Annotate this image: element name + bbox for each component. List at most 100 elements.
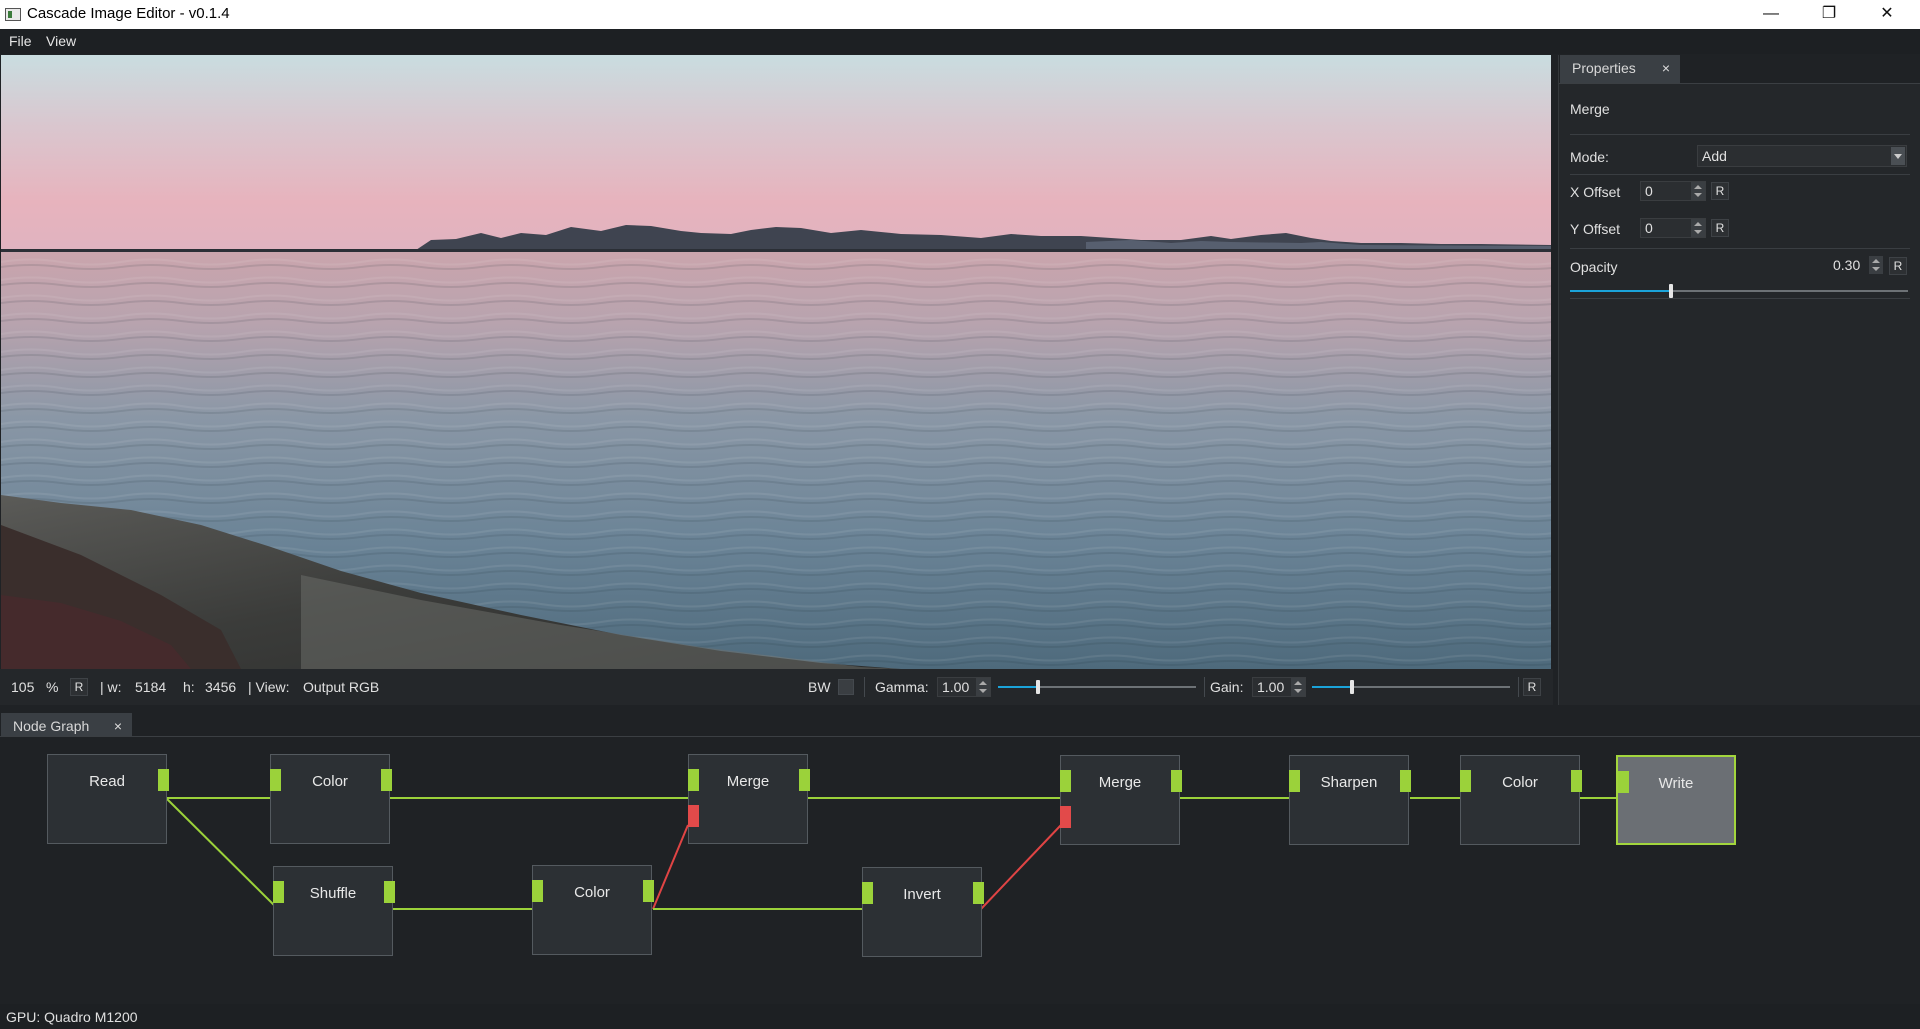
y-offset-value: 0: [1645, 220, 1653, 236]
node-shuffle[interactable]: Shuffle: [273, 866, 395, 956]
opacity-value: 0.30: [1833, 257, 1861, 273]
opacity-stepper-icon[interactable]: [1869, 256, 1883, 274]
tab-properties[interactable]: Properties ×: [1560, 55, 1680, 83]
output-port[interactable]: [1571, 770, 1582, 792]
output-port[interactable]: [384, 881, 395, 903]
input-port[interactable]: [1289, 770, 1300, 792]
output-port[interactable]: [158, 769, 169, 791]
opacity-slider-handle[interactable]: [1669, 284, 1673, 298]
divider: [1570, 248, 1910, 249]
menu-bar: File View: [0, 29, 1920, 54]
title-bar: Cascade Image Editor - v0.1.4 — ❐ ✕: [0, 0, 1920, 29]
gain-spinbox[interactable]: 1.00: [1252, 677, 1306, 697]
node-label: Invert: [903, 886, 941, 903]
input-port[interactable]: [270, 769, 281, 791]
node-name: Merge: [1570, 101, 1610, 117]
tab-properties-label: Properties: [1572, 60, 1636, 76]
input-port[interactable]: [1618, 771, 1629, 793]
height-label: h:: [183, 679, 195, 695]
mode-label: Mode:: [1570, 149, 1609, 165]
zoom-reset-button[interactable]: R: [70, 678, 88, 696]
input-port[interactable]: [1460, 770, 1471, 792]
zoom-value[interactable]: 105: [11, 679, 34, 695]
x-offset-spinbox[interactable]: 0: [1640, 181, 1706, 201]
node-invert[interactable]: Invert: [862, 867, 984, 957]
gamma-stepper-icon[interactable]: [976, 678, 990, 696]
input-port[interactable]: [1060, 770, 1071, 792]
node-label: Write: [1658, 775, 1694, 792]
node-label: Color: [574, 884, 610, 901]
input-port[interactable]: [273, 881, 284, 903]
opacity-spinbox[interactable]: 0.30: [1829, 256, 1883, 276]
gain-value: 1.00: [1257, 679, 1285, 695]
node-label: Merge: [1098, 774, 1142, 791]
y-offset-spinbox[interactable]: 0: [1640, 218, 1706, 238]
toolbar-divider: [1518, 677, 1519, 697]
output-port[interactable]: [1171, 770, 1182, 792]
mode-select[interactable]: Add: [1697, 145, 1907, 167]
node-graph-canvas[interactable]: Read Color Merge Merge Sharpen Color Wri…: [0, 736, 1920, 1003]
maximize-button[interactable]: ❐: [1800, 0, 1858, 29]
opacity-reset-button[interactable]: R: [1889, 257, 1907, 275]
node-sharpen[interactable]: Sharpen: [1289, 755, 1411, 845]
gamma-slider-fill: [998, 686, 1038, 688]
input-port[interactable]: [688, 769, 699, 791]
properties-body: Merge Mode: Add X Offset 0 R Y Offset 0 …: [1559, 83, 1920, 705]
view-value[interactable]: Output RGB: [303, 679, 379, 695]
output-port[interactable]: [381, 769, 392, 791]
chevron-down-icon[interactable]: [1891, 147, 1905, 165]
output-port[interactable]: [1400, 770, 1411, 792]
x-offset-label: X Offset: [1570, 184, 1621, 200]
node-write[interactable]: Write: [1616, 755, 1736, 845]
node-color[interactable]: Color: [532, 865, 654, 955]
output-port[interactable]: [799, 769, 810, 791]
mask-input-port[interactable]: [688, 805, 699, 827]
node-graph-panel: Node Graph × Read Color Merge Merge Shar…: [0, 707, 1920, 1003]
width-value: 5184: [135, 679, 167, 695]
gpu-status: GPU: Quadro M1200: [6, 1009, 138, 1025]
minimize-button[interactable]: —: [1742, 0, 1800, 29]
gain-stepper-icon[interactable]: [1291, 678, 1305, 696]
properties-panel: Properties × Merge Mode: Add X Offset 0 …: [1558, 55, 1920, 705]
node-label: Shuffle: [309, 885, 357, 902]
input-port[interactable]: [532, 880, 543, 902]
tab-node-graph-label: Node Graph: [13, 718, 90, 734]
menu-view[interactable]: View: [46, 33, 76, 49]
y-offset-label: Y Offset: [1570, 221, 1621, 237]
bw-checkbox[interactable]: [838, 679, 854, 695]
bw-label: BW: [808, 679, 831, 695]
mask-input-port[interactable]: [1060, 806, 1071, 828]
wire: [165, 797, 279, 910]
mode-value: Add: [1702, 148, 1727, 164]
wire: [980, 824, 1062, 910]
toolbar-divider: [1204, 677, 1205, 697]
input-port[interactable]: [862, 882, 873, 904]
output-port[interactable]: [973, 882, 984, 904]
window-title: Cascade Image Editor - v0.1.4: [27, 5, 230, 22]
reset-all-button[interactable]: R: [1523, 678, 1541, 696]
menu-file[interactable]: File: [9, 33, 32, 49]
y-offset-reset-button[interactable]: R: [1711, 219, 1729, 237]
node-merge[interactable]: Merge: [1060, 755, 1182, 845]
gain-slider-fill: [1312, 686, 1352, 688]
width-label: | w:: [100, 679, 122, 695]
gain-slider-handle[interactable]: [1350, 680, 1354, 694]
gamma-slider-handle[interactable]: [1036, 680, 1040, 694]
gamma-spinbox[interactable]: 1.00: [937, 677, 991, 697]
node-merge[interactable]: Merge: [688, 754, 810, 844]
viewer-toolbar: 105 % R | w: 5184 h: 3456 | View: Output…: [0, 669, 1553, 705]
image-viewer[interactable]: [1, 55, 1551, 669]
output-port[interactable]: [643, 880, 654, 902]
close-icon[interactable]: ×: [1662, 55, 1670, 82]
node-color[interactable]: Color: [1460, 755, 1582, 845]
x-offset-stepper-icon[interactable]: [1691, 182, 1705, 200]
x-offset-reset-button[interactable]: R: [1711, 182, 1729, 200]
zoom-unit: %: [46, 679, 59, 695]
gain-label: Gain:: [1210, 679, 1244, 695]
close-button[interactable]: ✕: [1858, 0, 1916, 29]
y-offset-stepper-icon[interactable]: [1691, 219, 1705, 237]
node-read[interactable]: Read: [47, 754, 169, 844]
node-color[interactable]: Color: [270, 754, 392, 844]
status-bar: GPU: Quadro M1200: [0, 1004, 1920, 1029]
opacity-label: Opacity: [1570, 259, 1618, 275]
